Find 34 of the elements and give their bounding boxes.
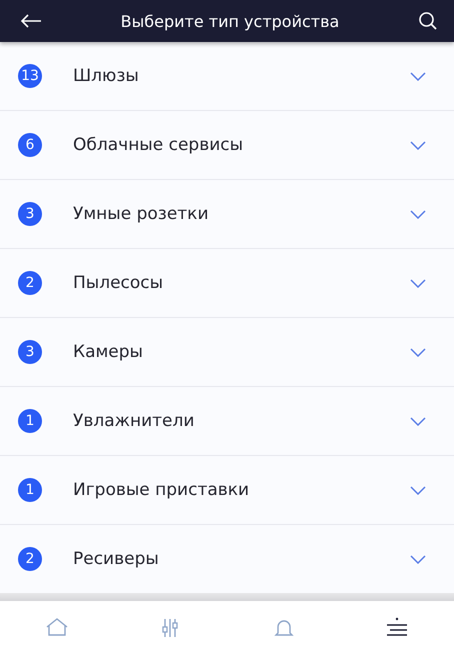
count-badge: 2 — [18, 547, 42, 571]
category-row[interactable]: 13 Шлюзы — [0, 42, 454, 111]
category-label: Облачные сервисы — [73, 135, 244, 155]
category-label: Ресиверы — [73, 549, 160, 569]
count-badge: 13 — [18, 64, 42, 88]
back-button[interactable] — [18, 12, 44, 30]
chevron-down-icon[interactable] — [410, 210, 426, 218]
chevron-down-icon[interactable] — [410, 486, 426, 494]
category-label: Игровые приставки — [73, 480, 250, 500]
category-row[interactable]: 1 Увлажнители — [0, 387, 454, 456]
category-row[interactable]: 3 Умные розетки — [0, 180, 454, 249]
chevron-down-icon[interactable] — [410, 72, 426, 80]
chevron-down-icon[interactable] — [410, 278, 426, 288]
screen-title: Выберите тип устройства — [120, 12, 340, 30]
category-label: Пылесосы — [73, 273, 164, 293]
category-label: Шлюзы — [73, 66, 140, 86]
count-badge: 2 — [18, 271, 42, 295]
count-badge: 3 — [18, 202, 42, 226]
category-row[interactable]: 3 Камеры — [0, 318, 454, 387]
category-row[interactable]: 1 Игровые приставки — [0, 456, 454, 525]
category-row[interactable]: 6 Облачные сервисы — [0, 111, 454, 180]
category-label: Увлажнители — [73, 411, 196, 431]
category-row[interactable]: 2 Ресиверы — [0, 525, 454, 593]
category-label: Умные розетки — [73, 204, 210, 224]
chevron-down-icon[interactable] — [410, 348, 426, 356]
chevron-down-icon[interactable] — [410, 140, 426, 150]
category-row[interactable]: 2 Пылесосы — [0, 249, 454, 318]
count-badge: 3 — [18, 340, 42, 364]
count-badge: 1 — [18, 478, 42, 502]
category-label: Камеры — [73, 342, 144, 362]
chevron-down-icon[interactable] — [410, 416, 426, 426]
chevron-down-icon[interactable] — [410, 554, 426, 564]
count-badge: 1 — [18, 409, 42, 433]
count-badge: 6 — [18, 133, 42, 157]
